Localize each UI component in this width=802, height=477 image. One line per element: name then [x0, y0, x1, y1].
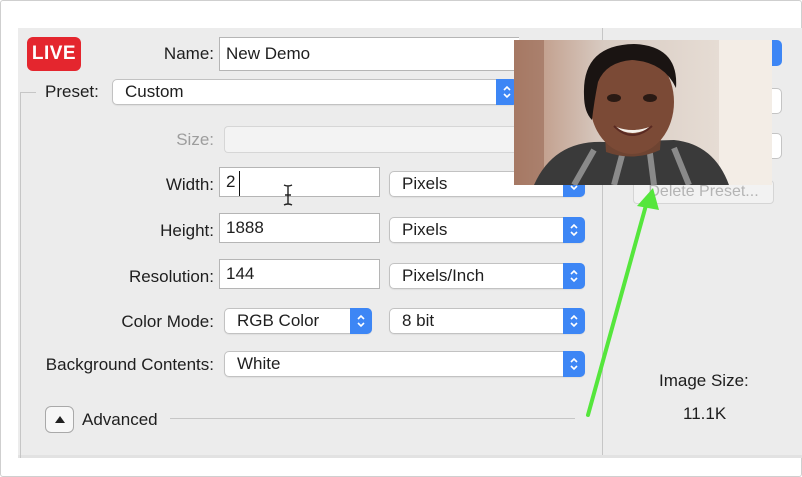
- width-input[interactable]: 2: [219, 167, 380, 197]
- height-unit-stepper[interactable]: [563, 217, 585, 243]
- color-mode-popup[interactable]: RGB Color: [224, 308, 372, 334]
- advanced-separator: [170, 418, 575, 419]
- presenter-video-image: [514, 40, 772, 185]
- background-contents-stepper[interactable]: [563, 351, 585, 377]
- resolution-unit-value: Pixels/Inch: [402, 266, 485, 285]
- name-input[interactable]: New Demo: [219, 37, 519, 71]
- size-label: Size:: [176, 130, 214, 149]
- ok-button-edge[interactable]: [772, 40, 782, 66]
- bit-depth-stepper[interactable]: [563, 308, 585, 334]
- advanced-disclosure-button[interactable]: [45, 406, 74, 433]
- chevron-updown-icon: [570, 223, 578, 237]
- width-label: Width:: [165, 175, 214, 194]
- bit-depth-value: 8 bit: [402, 311, 435, 330]
- chevron-updown-icon: [570, 314, 578, 328]
- webcam-overlay: [514, 40, 772, 185]
- preset-value: Custom: [125, 82, 184, 101]
- width-unit-value: Pixels: [402, 174, 448, 193]
- chevron-updown-icon: [570, 269, 578, 283]
- image-size-value: 11.1K: [683, 404, 727, 423]
- image-size-label: Image Size:: [659, 371, 749, 390]
- size-popup: [224, 126, 520, 153]
- resolution-label: Resolution:: [128, 267, 214, 286]
- resolution-input[interactable]: 144: [219, 259, 380, 289]
- height-input[interactable]: 1888: [219, 213, 380, 243]
- preset-label: Preset:: [45, 82, 99, 101]
- background-contents-popup[interactable]: White: [224, 351, 585, 377]
- live-badge: LIVE: [27, 37, 81, 71]
- ibeam-cursor-icon: [283, 184, 293, 206]
- cancel-button-edge[interactable]: [772, 88, 782, 114]
- height-unit-value: Pixels: [402, 220, 448, 239]
- color-mode-label: Color Mode:: [121, 312, 214, 331]
- height-label: Height:: [160, 221, 214, 240]
- color-mode-stepper[interactable]: [350, 308, 372, 334]
- text-caret: [239, 171, 240, 196]
- resolution-unit-stepper[interactable]: [563, 263, 585, 289]
- background-contents-value: White: [237, 354, 281, 373]
- bit-depth-popup[interactable]: 8 bit: [389, 308, 585, 334]
- chevron-updown-icon: [503, 85, 511, 99]
- height-unit-popup[interactable]: Pixels: [389, 217, 585, 243]
- color-mode-value: RGB Color: [237, 311, 320, 330]
- triangle-up-icon: [54, 416, 65, 423]
- chevron-updown-icon: [357, 314, 365, 328]
- advanced-label: Advanced: [82, 410, 158, 429]
- resolution-unit-popup[interactable]: Pixels/Inch: [389, 263, 585, 289]
- preset-group-top-line: [20, 92, 36, 93]
- panel-bottom-edge: [18, 455, 802, 458]
- preset-group-left-line: [20, 92, 21, 458]
- background-contents-label: Background Contents:: [45, 355, 214, 374]
- chevron-updown-icon: [570, 357, 578, 371]
- preset-popup[interactable]: Custom: [112, 79, 518, 105]
- save-preset-button-edge[interactable]: [772, 133, 782, 159]
- name-label: Name:: [163, 44, 214, 63]
